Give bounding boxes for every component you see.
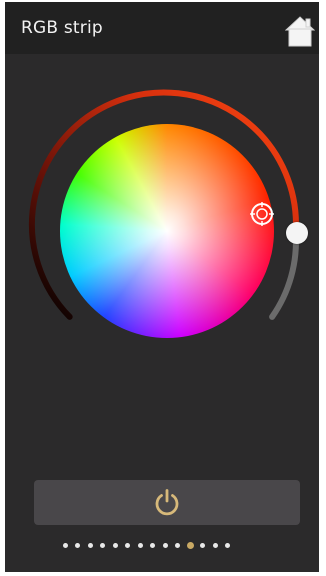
page-dot[interactable] [87,543,93,548]
app-screen: RGB strip [5,2,319,572]
page-dot-active[interactable] [186,542,194,549]
color-selector[interactable] [250,202,274,226]
home-icon [285,16,315,47]
page-dot[interactable] [225,543,230,548]
page-dot[interactable] [175,543,180,548]
page-dot[interactable] [125,543,130,548]
page-dot[interactable] [112,543,118,548]
page-dot[interactable] [75,543,80,548]
color-wheel[interactable] [60,124,274,338]
top-bar: RGB strip [5,2,319,54]
page-dot[interactable] [200,543,205,548]
home-button[interactable] [285,14,315,48]
page-indicator [5,540,319,552]
brightness-arc-track [269,229,299,320]
color-picker [5,54,319,474]
page-dot[interactable] [162,543,168,548]
page-dot[interactable] [150,543,155,548]
target-icon [250,202,274,226]
page-dot[interactable] [100,543,105,548]
page-dot[interactable] [137,543,143,548]
power-button[interactable] [34,480,300,525]
brightness-slider-thumb[interactable] [286,222,308,244]
page-dot[interactable] [62,543,68,548]
power-icon [155,489,179,516]
page-dot[interactable] [212,543,218,548]
page-title: RGB strip [21,18,103,38]
